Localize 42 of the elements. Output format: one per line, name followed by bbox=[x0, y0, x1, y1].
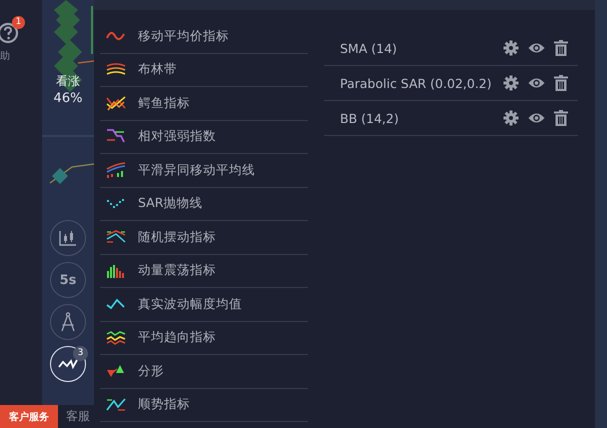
indicator-name: SMA (14) bbox=[339, 40, 398, 56]
notification-badge: 1 bbox=[12, 16, 25, 29]
interval-button[interactable]: 5s bbox=[50, 262, 86, 298]
indicator-name: Parabolic SAR (0.02,0.2) bbox=[339, 76, 493, 90]
support-label[interactable]: 客服 bbox=[66, 408, 90, 425]
eye-icon[interactable] bbox=[528, 42, 545, 54]
count-badge: 3 bbox=[73, 346, 88, 361]
indicator-menu-item[interactable]: 动量震荡指标 bbox=[100, 254, 308, 288]
eye-icon[interactable] bbox=[528, 77, 545, 89]
trash-icon[interactable] bbox=[554, 75, 568, 91]
help-icon[interactable] bbox=[0, 22, 20, 44]
indicator-menu-item[interactable]: 平均趋向指标 bbox=[100, 322, 308, 355]
trend-percent: 46% bbox=[54, 91, 82, 106]
settings-icon[interactable] bbox=[503, 40, 519, 56]
indicator-menu-item[interactable]: 鳄鱼指标 bbox=[100, 87, 308, 120]
indicator-menu-item[interactable]: 平滑异同移动平均线 bbox=[100, 154, 308, 188]
drawing-tools-button[interactable] bbox=[50, 304, 86, 340]
indicator-menu-item[interactable]: 移动平均价指标 bbox=[100, 20, 308, 54]
indicator-menu-item[interactable]: SAR抛物线 bbox=[100, 188, 308, 221]
indicator-menu-item[interactable]: 相对强弱指数 bbox=[100, 120, 308, 154]
settings-icon[interactable] bbox=[503, 75, 519, 91]
indicators-button[interactable]: 3 bbox=[50, 346, 86, 382]
line-chart-icon bbox=[105, 328, 127, 347]
indicator-menu-item[interactable]: 随机摆动指标 bbox=[100, 221, 308, 254]
indicator-menu-item[interactable]: 布林带 bbox=[100, 54, 308, 87]
line-chart-icon bbox=[105, 94, 127, 112]
indicator-name: BB (14,2) bbox=[339, 110, 400, 126]
line-chart-icon bbox=[105, 161, 127, 180]
indicator-menu-item[interactable]: 真实波动幅度均值 bbox=[100, 288, 308, 322]
help-label[interactable]: 助 bbox=[0, 49, 10, 63]
candlestick-icon bbox=[59, 230, 77, 246]
settings-icon[interactable] bbox=[503, 110, 519, 126]
trash-icon[interactable] bbox=[554, 40, 568, 56]
chart-type-button[interactable] bbox=[50, 220, 86, 256]
indicator-line-icon bbox=[58, 357, 78, 371]
support-button[interactable]: 客户服务 bbox=[0, 405, 58, 428]
indicator-menu-item[interactable]: 分形 bbox=[100, 355, 308, 388]
trend-label: 看涨 bbox=[56, 73, 80, 90]
compass-icon bbox=[60, 312, 76, 332]
indicator-menu-item[interactable]: 顺势指标 bbox=[100, 388, 308, 422]
trash-icon[interactable] bbox=[554, 110, 568, 126]
eye-icon[interactable] bbox=[528, 112, 545, 124]
